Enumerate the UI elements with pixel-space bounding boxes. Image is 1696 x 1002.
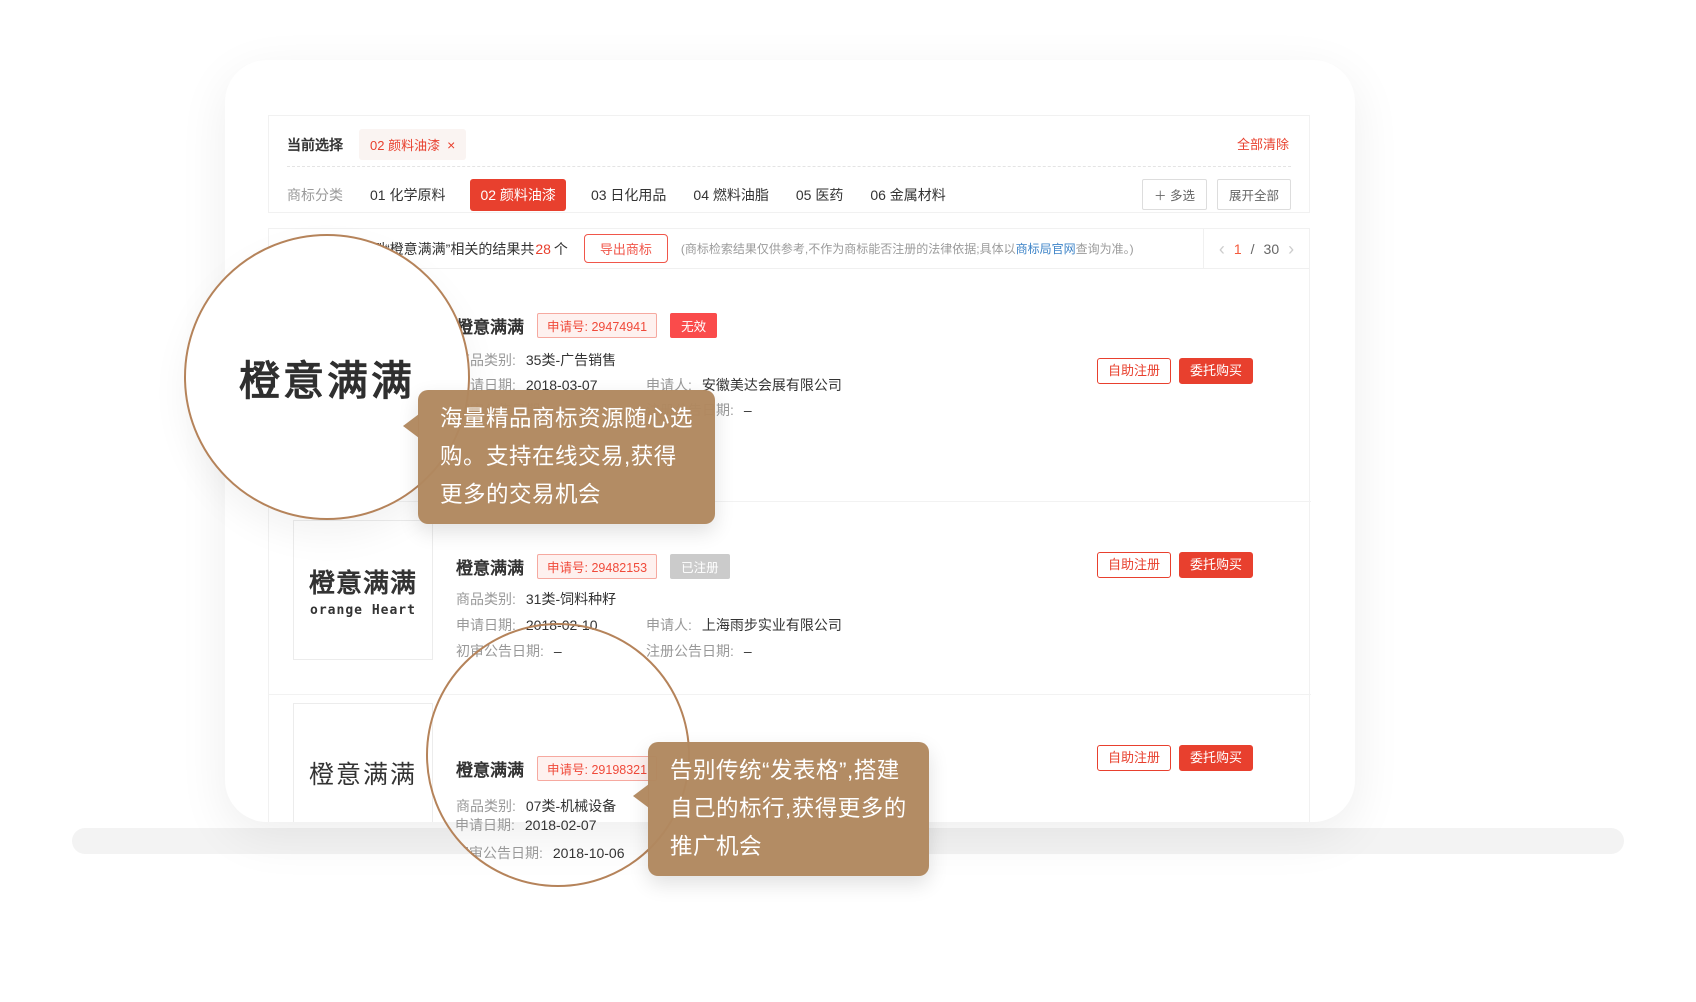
category-actions: ＋ 多选 展开全部 <box>1142 179 1291 210</box>
current-selection-label: 当前选择 <box>287 135 343 155</box>
official-site-link[interactable]: 商标局官网 <box>1016 242 1076 256</box>
tooltip-2-line-2: 自己的标行,获得更多的 <box>670 790 907 828</box>
field-value: – <box>744 643 752 659</box>
category-item-03[interactable]: 03 日化用品 <box>591 185 666 205</box>
trademark-image-subtext: orange Heart <box>310 603 416 618</box>
tooltip-bubble-1: 海量精品商标资源随心选 购。支持在线交易,获得 更多的交易机会 <box>418 390 715 524</box>
trademark-name: 橙意满满 <box>456 313 524 338</box>
selected-filter-tag[interactable]: 02 颜料油漆 × <box>359 129 466 160</box>
category-row: 商标分类 01 化学原料 02 颜料油漆 03 日化用品 04 燃料油脂 05 … <box>269 167 1309 210</box>
export-trademark-button[interactable]: 导出商标 <box>584 234 668 263</box>
pagination: ‹ 1 / 30 › <box>1203 229 1309 269</box>
category-item-01[interactable]: 01 化学原料 <box>370 185 445 205</box>
app-no-label: 申请号: <box>547 561 588 575</box>
field-value: 35类-广告销售 <box>526 352 616 368</box>
row-2-category-line: 商品类别: 31类-饲料种籽 <box>456 589 616 609</box>
field-value: 上海雨步实业有限公司 <box>702 617 842 633</box>
disclaimer-pre: (商标检索结果仅供参考,不作为商标能否注册的法律依据;具体以 <box>681 242 1016 256</box>
self-register-button[interactable]: 自助注册 <box>1097 358 1171 384</box>
magnified-trademark-text: 橙意满满 <box>239 347 415 407</box>
multi-select-button[interactable]: ＋ 多选 <box>1142 179 1207 210</box>
trademark-image-text: 橙意满满 <box>309 755 417 791</box>
application-number-tag: 申请号: 29474941 <box>537 313 657 338</box>
row-3-category-line: 商品类别: 07类-机械设备 <box>456 796 616 816</box>
category-item-06[interactable]: 06 金属材料 <box>870 185 945 205</box>
tooltip-bubble-2: 告别传统“发表格”,搭建 自己的标行,获得更多的 推广机会 <box>648 742 929 876</box>
field-label: 注册公告日期: <box>646 643 734 659</box>
field-value: 31类-饲料种籽 <box>526 591 616 607</box>
trademark-thumbnail-2[interactable]: 橙意满满 orange Heart <box>293 520 433 660</box>
tooltip-1-line-3: 更多的交易机会 <box>440 476 693 514</box>
entrust-purchase-button[interactable]: 委托购买 <box>1179 745 1253 771</box>
current-selection-row: 当前选择 02 颜料油漆 × 全部清除 <box>269 116 1309 160</box>
prev-page-icon[interactable]: ‹ <box>1219 242 1225 256</box>
category-row-label: 商标分类 <box>287 185 343 205</box>
field-value: – <box>554 643 562 659</box>
self-register-button[interactable]: 自助注册 <box>1097 552 1171 578</box>
app-no-value: 29198321 <box>591 763 647 777</box>
row-1-name-line: 橙意满满 申请号: 29474941 无效 <box>456 313 717 338</box>
results-header: 当前分类检索到“橙意满满”相关的结果共28个 导出商标 (商标检索结果仅供参考,… <box>269 229 1309 269</box>
tooltip-1-line-2: 购。支持在线交易,获得 <box>440 438 693 476</box>
row-1-actions: 自助注册 委托购买 <box>1097 358 1253 384</box>
clear-all-link[interactable]: 全部清除 <box>1237 134 1289 153</box>
category-item-02-selected[interactable]: 02 颜料油漆 <box>470 179 565 211</box>
field-value: 07类-机械设备 <box>526 798 616 814</box>
self-register-button[interactable]: 自助注册 <box>1097 745 1171 771</box>
field-value: 安徽美达会展有限公司 <box>702 377 842 393</box>
current-page: 1 <box>1234 241 1242 257</box>
field-value: 2018-02-10 <box>526 617 598 633</box>
result-row-2: 橙意满满 orange Heart 橙意满满 申请号: 29482153 已注册… <box>269 501 1311 694</box>
category-item-05[interactable]: 05 医药 <box>796 185 843 205</box>
application-number-tag: 申请号: 29198321 <box>537 756 657 781</box>
row-3-actions: 自助注册 委托购买 <box>1097 745 1253 771</box>
row-2-date-line: 申请日期:2018-02-10 申请人:上海雨步实业有限公司 <box>456 615 598 635</box>
row-2-name-line: 橙意满满 申请号: 29482153 已注册 <box>456 554 730 579</box>
status-badge-invalid: 无效 <box>670 313 717 338</box>
page: 当前选择 02 颜料油漆 × 全部清除 商标分类 01 化学原料 02 颜料油漆… <box>0 0 1696 1002</box>
app-no-value: 29474941 <box>591 320 647 334</box>
row-1-category-line: 商品类别:35类-广告销售 <box>456 350 616 370</box>
app-no-label: 申请号: <box>547 320 588 334</box>
app-no-label: 申请号: <box>547 763 588 777</box>
trademark-image-text: 橙意满满 <box>309 563 417 600</box>
result-count: 28 <box>535 241 551 257</box>
expand-all-button[interactable]: 展开全部 <box>1217 179 1291 210</box>
field-label: 商品类别: <box>456 591 516 607</box>
total-pages: 30 <box>1264 241 1280 257</box>
field-value: – <box>744 402 752 418</box>
tooltip-2-line-1: 告别传统“发表格”,搭建 <box>670 752 907 790</box>
trademark-name: 橙意满满 <box>456 554 524 579</box>
field-label: 申请人: <box>646 617 692 633</box>
application-number-tag: 申请号: 29482153 <box>537 554 657 579</box>
row-2-details: 橙意满满 申请号: 29482153 已注册 商品类别: 31类-饲料种籽 申请日… <box>456 502 1076 694</box>
selected-filter-text: 02 颜料油漆 <box>370 135 440 154</box>
disclaimer-text: (商标检索结果仅供参考,不作为商标能否注册的法律依据;具体以商标局官网查询为准。… <box>681 240 1134 257</box>
field-label: 申请日期: <box>456 617 516 633</box>
results-summary-suffix: 个 <box>554 241 568 257</box>
app-no-value: 29482153 <box>591 561 647 575</box>
row-2-actions: 自助注册 委托购买 <box>1097 552 1253 578</box>
status-badge-registered: 已注册 <box>670 554 730 579</box>
tooltip-2-line-3: 推广机会 <box>670 828 907 866</box>
entrust-purchase-button[interactable]: 委托购买 <box>1179 358 1253 384</box>
filter-panel: 当前选择 02 颜料油漆 × 全部清除 商标分类 01 化学原料 02 颜料油漆… <box>268 115 1310 213</box>
trademark-thumbnail-3[interactable]: 橙意满满 <box>293 703 433 822</box>
row-2-notice-line: 初审公告日期:– 注册公告日期:– <box>456 641 562 661</box>
row-3-name-line: 橙意满满 申请号: 29198321 <box>456 756 657 781</box>
remove-filter-icon[interactable]: × <box>447 140 455 150</box>
tooltip-1-line-1: 海量精品商标资源随心选 <box>440 400 693 438</box>
category-item-04[interactable]: 04 燃料油脂 <box>693 185 768 205</box>
page-divider: / <box>1251 241 1255 257</box>
field-label: 初审公告日期: <box>456 643 544 659</box>
next-page-icon[interactable]: › <box>1288 242 1294 256</box>
disclaimer-post: 查询为准。) <box>1076 242 1134 256</box>
entrust-purchase-button[interactable]: 委托购买 <box>1179 552 1253 578</box>
trademark-name: 橙意满满 <box>456 756 524 781</box>
field-label: 商品类别: <box>456 798 516 814</box>
